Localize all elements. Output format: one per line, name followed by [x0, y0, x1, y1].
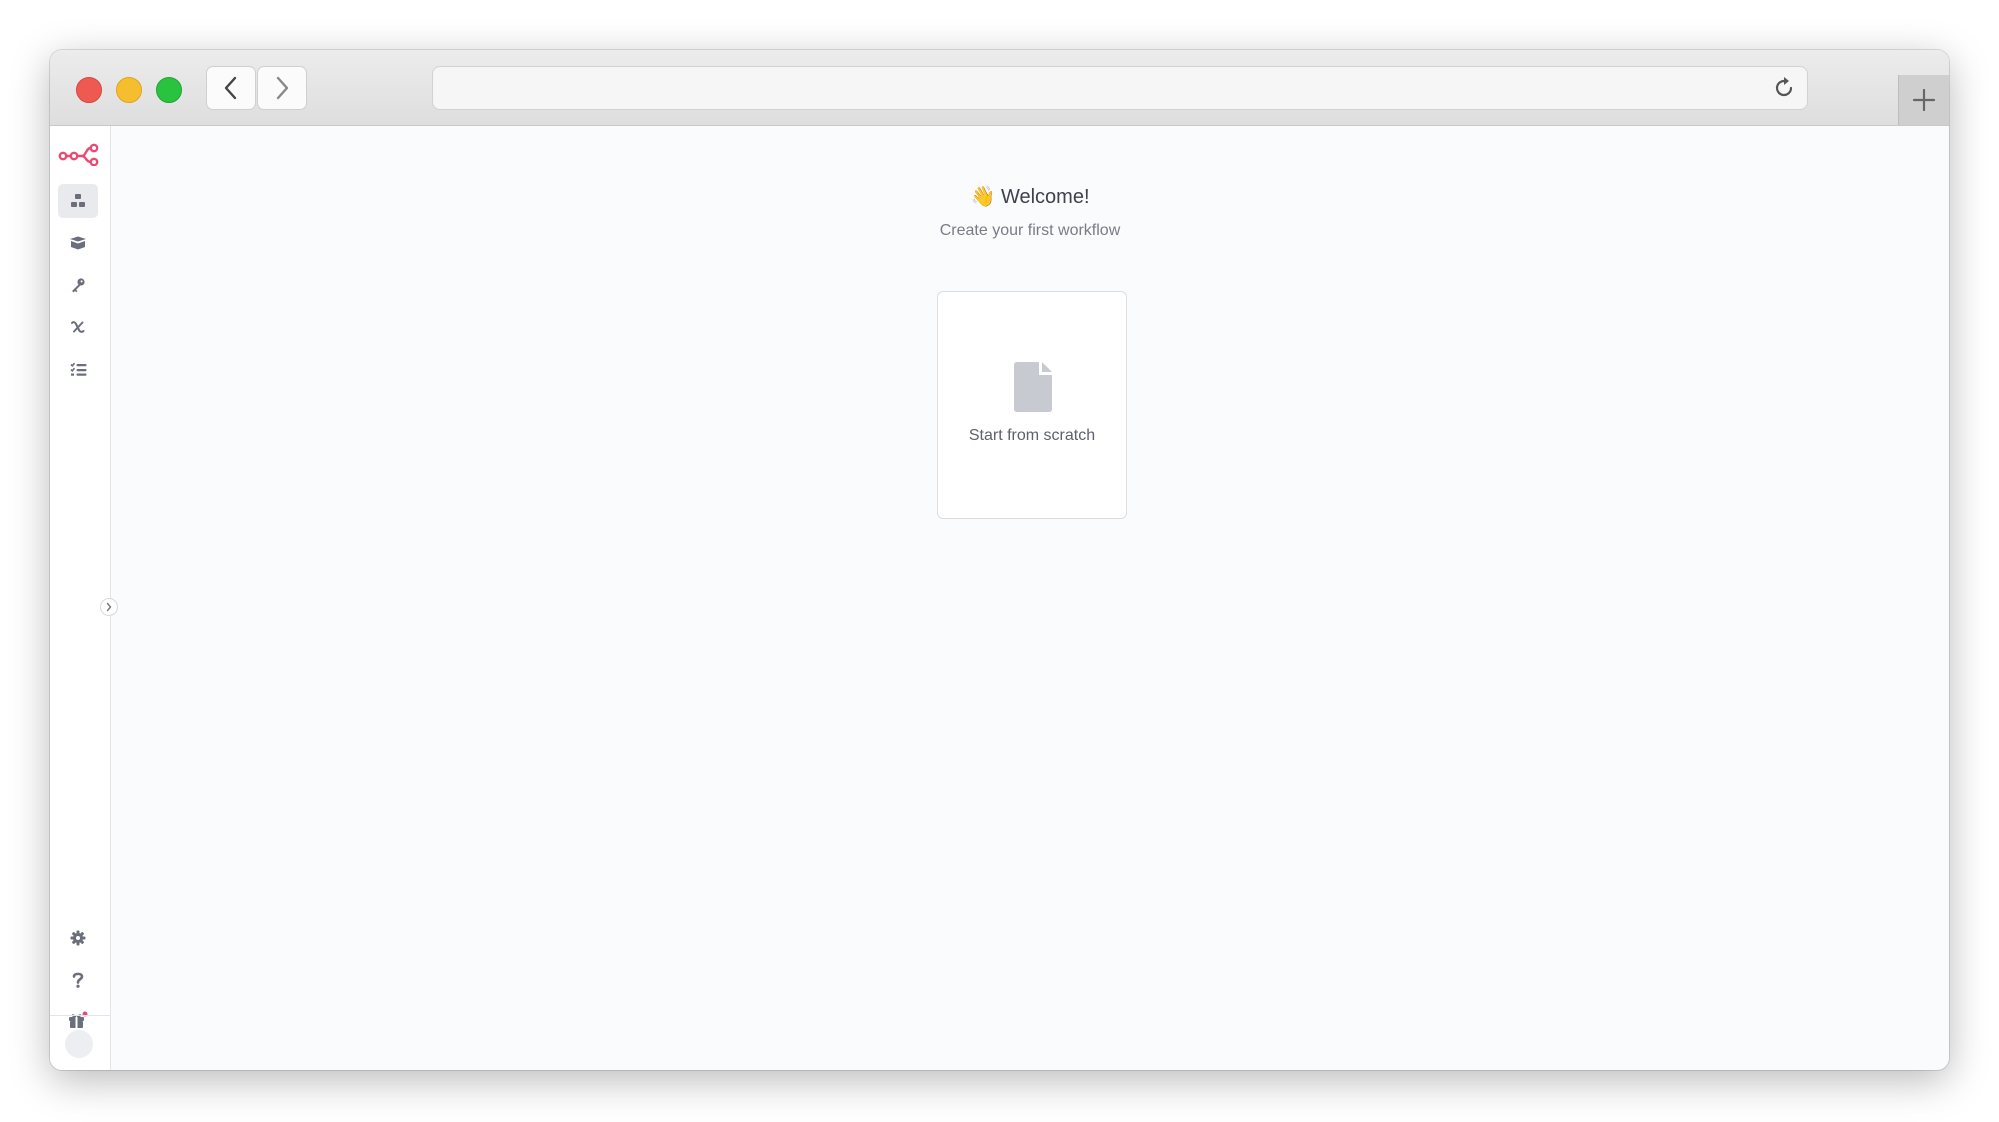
back-button[interactable]: [206, 66, 256, 110]
avatar[interactable]: [65, 1030, 93, 1058]
chevron-right-icon: [276, 76, 289, 100]
browser-window: 👋 Welcome! Create your first workflow St…: [50, 50, 1949, 1070]
minimize-window-button[interactable]: [116, 77, 142, 103]
welcome-heading: 👋 Welcome!: [111, 184, 1949, 209]
sidebar-item-settings[interactable]: [58, 921, 98, 955]
maximize-window-button[interactable]: [156, 77, 182, 103]
tasks-list-icon: [69, 362, 86, 376]
close-window-button[interactable]: [76, 77, 102, 103]
templates-icon: [70, 236, 86, 250]
n8n-logo-icon[interactable]: [58, 142, 100, 171]
file-icon: [1014, 362, 1052, 412]
welcome-title: Welcome!: [1000, 186, 1090, 208]
sidebar: [50, 126, 111, 1070]
sidebar-item-executions[interactable]: [58, 352, 98, 386]
welcome-subtitle: Create your first workflow: [939, 222, 1121, 239]
question-icon: [72, 972, 84, 988]
address-bar[interactable]: [432, 66, 1808, 110]
sidebar-item-templates[interactable]: [58, 226, 98, 260]
start-from-scratch-card[interactable]: Start from scratch: [937, 291, 1127, 519]
sidebar-item-credentials[interactable]: [58, 268, 98, 302]
forward-button[interactable]: [257, 66, 307, 110]
user-menu: [50, 1015, 110, 1070]
sidebar-item-workflows[interactable]: [58, 184, 98, 218]
chevron-left-icon: [224, 76, 237, 100]
plus-icon: [1912, 88, 1936, 112]
waving-hand-emoji: 👋: [970, 186, 996, 208]
sidebar-item-variables[interactable]: [58, 310, 98, 344]
sidebar-item-help[interactable]: [58, 963, 98, 997]
gear-icon: [70, 930, 86, 946]
new-tab-button[interactable]: [1898, 75, 1949, 125]
variable-icon: [71, 321, 85, 333]
key-icon: [72, 278, 85, 293]
card-label: Start from scratch: [968, 427, 1096, 444]
main-content: 👋 Welcome! Create your first workflow St…: [111, 126, 1949, 1070]
browser-titlebar: [50, 50, 1949, 126]
reload-icon[interactable]: [1771, 75, 1797, 101]
workflows-icon: [71, 194, 85, 207]
